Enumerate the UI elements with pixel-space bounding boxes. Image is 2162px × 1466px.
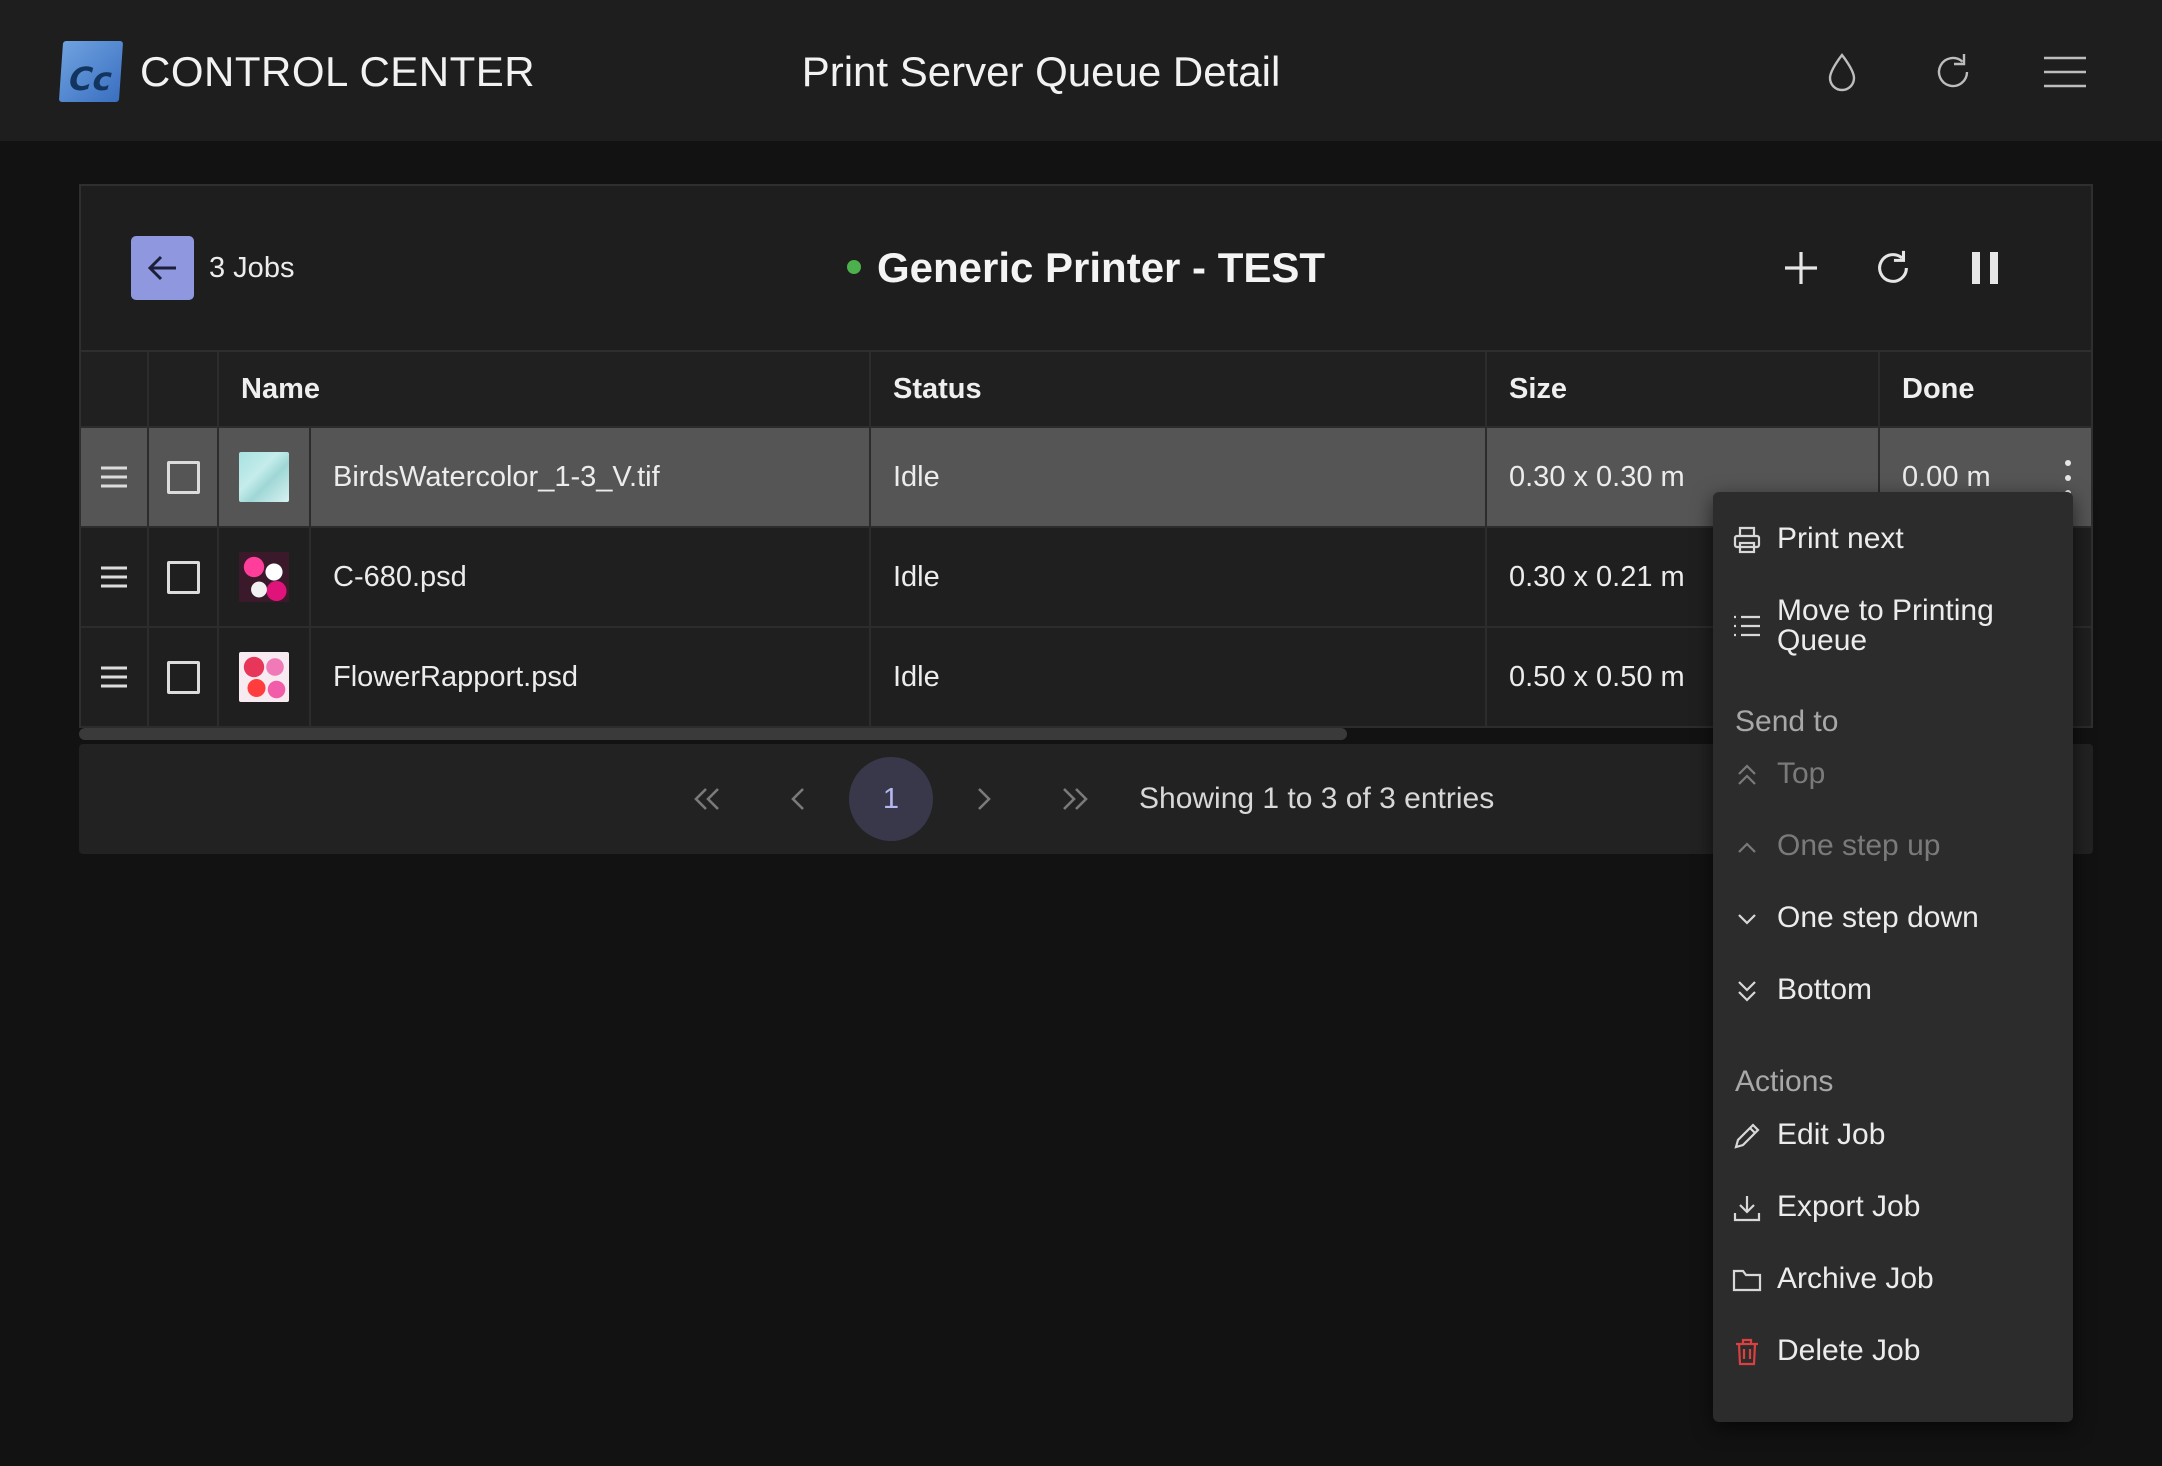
printer-icon xyxy=(1731,524,1763,556)
menu-section-send-to: Send to xyxy=(1735,705,1839,738)
job-name: BirdsWatercolor_1-3_V.tif xyxy=(311,428,871,526)
pagination-info: Showing 1 to 3 of 3 entries xyxy=(1139,782,1495,815)
more-vertical-icon[interactable] xyxy=(2062,460,2074,496)
menu-label: Edit Job xyxy=(1777,1118,1886,1151)
menu-label: Print next xyxy=(1777,522,1904,555)
brand-name: CONTROL CENTER xyxy=(140,48,536,95)
job-thumbnail xyxy=(239,652,289,702)
menu-label: Archive Job xyxy=(1777,1262,1934,1295)
row-checkbox-cell xyxy=(149,428,219,526)
col-select xyxy=(149,352,219,426)
menu-icon[interactable] xyxy=(2041,48,2089,96)
refresh-icon[interactable] xyxy=(1929,48,1977,96)
chevron-right-icon xyxy=(978,788,991,810)
chevron-left-icon xyxy=(791,788,804,810)
row-thumbnail-cell xyxy=(219,628,311,726)
app-logo: Cc xyxy=(58,41,124,102)
job-status: Idle xyxy=(871,428,1487,526)
trash-icon xyxy=(1731,1336,1763,1368)
drag-handle-icon[interactable] xyxy=(81,428,149,526)
pause-icon xyxy=(1972,252,1998,284)
menu-label: One step down xyxy=(1777,901,1979,934)
page-title-text: Print Server Queue Detail xyxy=(801,48,1281,95)
list-icon xyxy=(1731,610,1763,642)
page-1-button[interactable]: 1 xyxy=(849,757,933,841)
row-checkbox[interactable] xyxy=(166,560,200,594)
droplet-icon[interactable] xyxy=(1818,48,1866,96)
col-size[interactable]: Size xyxy=(1487,352,1880,426)
plus-icon xyxy=(1785,252,1817,284)
job-done: 0.00 m xyxy=(1902,460,1991,493)
row-checkbox[interactable] xyxy=(166,660,200,694)
logo-text: Cc xyxy=(67,60,114,98)
menu-label-line1: Move to Printing xyxy=(1777,594,1994,627)
queue-toolbar: 3 Jobs Generic Printer - TEST xyxy=(81,186,2091,352)
download-icon xyxy=(1731,1192,1763,1224)
menu-label: Move to Printing Queue xyxy=(1777,596,1994,656)
job-name: FlowerRapport.psd xyxy=(311,628,871,726)
row-checkbox[interactable] xyxy=(166,460,200,494)
horizontal-scrollbar[interactable] xyxy=(79,728,1347,740)
job-name: C-680.psd xyxy=(311,528,871,626)
col-drag xyxy=(81,352,149,426)
drag-handle-icon[interactable] xyxy=(81,628,149,726)
row-thumbnail-cell xyxy=(219,528,311,626)
row-checkbox-cell xyxy=(149,628,219,726)
chevrons-up-icon xyxy=(1731,759,1763,791)
add-job-button[interactable] xyxy=(1775,242,1827,294)
menu-label: Export Job xyxy=(1777,1190,1921,1223)
pencil-icon xyxy=(1731,1120,1763,1152)
row-checkbox-cell xyxy=(149,528,219,626)
job-context-menu: Print next Move to Printing Queue Send to… xyxy=(1713,492,2073,1422)
menu-label-line2: Queue xyxy=(1777,624,1868,657)
job-thumbnail xyxy=(239,552,289,602)
chevrons-left-icon xyxy=(694,788,719,810)
printer-status-dot xyxy=(846,259,861,274)
row-thumbnail-cell xyxy=(219,428,311,526)
refresh-icon xyxy=(1878,250,1908,283)
drag-handle-icon[interactable] xyxy=(81,528,149,626)
app-header: Cc CONTROL CENTER Print Server Queue Det… xyxy=(0,0,2162,141)
menu-label: Top xyxy=(1777,757,1826,790)
refresh-queue-button[interactable] xyxy=(1867,242,1919,294)
printer-name-text: Generic Printer - TEST xyxy=(876,244,1326,291)
menu-label: One step up xyxy=(1777,829,1941,862)
job-status: Idle xyxy=(871,628,1487,726)
chevron-down-icon xyxy=(1731,903,1763,935)
last-page-button[interactable] xyxy=(1047,771,1103,827)
menu-label: Delete Job xyxy=(1777,1334,1921,1367)
menu-section-actions: Actions xyxy=(1735,1065,1834,1098)
chevrons-right-icon xyxy=(1063,788,1088,810)
chevron-up-icon xyxy=(1731,831,1763,863)
col-done[interactable]: Done xyxy=(1880,352,2094,426)
pause-queue-button[interactable] xyxy=(1959,242,2011,294)
col-status[interactable]: Status xyxy=(871,352,1487,426)
first-page-button[interactable] xyxy=(679,771,735,827)
next-page-button[interactable] xyxy=(955,771,1011,827)
table-header: Name Status Size Done xyxy=(81,352,2091,428)
job-status: Idle xyxy=(871,528,1487,626)
prev-page-button[interactable] xyxy=(771,771,827,827)
col-name[interactable]: Name xyxy=(219,352,871,426)
folder-icon xyxy=(1731,1264,1763,1296)
job-thumbnail xyxy=(239,452,289,502)
menu-label: Bottom xyxy=(1777,973,1873,1006)
chevrons-down-icon xyxy=(1731,975,1763,1007)
